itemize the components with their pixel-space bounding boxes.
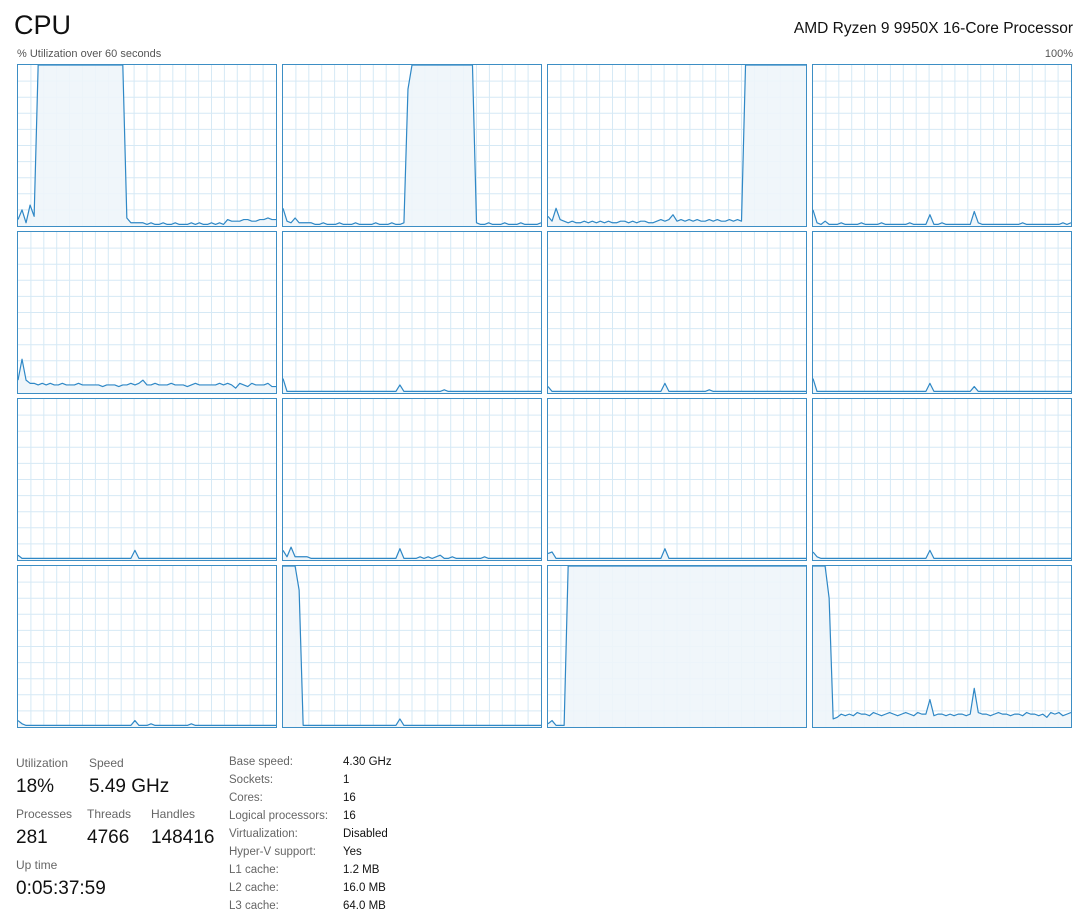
cpu-graph-plot	[813, 232, 1071, 393]
uptime-label: Up time	[16, 858, 58, 872]
cpu-graph-plot	[548, 232, 806, 393]
utilization-area	[548, 566, 806, 727]
cpu-graph-plot	[813, 566, 1071, 727]
cpu-graph-plot	[283, 65, 541, 226]
uptime-value: 0:05:37:59	[16, 878, 106, 899]
threads-label: Threads	[87, 807, 132, 821]
handles-stat: Handles 148416	[151, 806, 214, 851]
cpu-graph-9[interactable]	[282, 398, 542, 561]
cpu-graph-8[interactable]	[17, 398, 277, 561]
utilization-value: 18%	[16, 776, 55, 797]
utilization-axis-label: % Utilization over 60 seconds	[17, 48, 162, 60]
cpu-graph-7[interactable]	[812, 231, 1072, 394]
cpu-graph-4[interactable]	[17, 231, 277, 394]
info-value: 4.30 GHz	[343, 756, 392, 768]
cpu-graph-plot	[813, 65, 1071, 226]
max-percent-label: 100%	[1044, 48, 1073, 60]
info-row: Cores: 16	[229, 789, 429, 807]
info-row: Logical processors: 16	[229, 807, 429, 825]
info-value: 16	[343, 810, 356, 822]
processor-name: AMD Ryzen 9 9950X 16-Core Processor	[793, 20, 1073, 37]
cpu-graph-plot	[548, 65, 806, 226]
info-value: 1.2 MB	[343, 864, 380, 876]
cpu-graph-6[interactable]	[547, 231, 807, 394]
info-value: 64.0 MB	[343, 900, 386, 912]
page-title: CPU	[14, 10, 72, 40]
cpu-graph-2[interactable]	[547, 64, 807, 227]
handles-value: 148416	[151, 827, 215, 848]
info-key: L3 cache:	[229, 900, 279, 912]
cpu-graph-plot	[18, 399, 276, 560]
info-key: Sockets:	[229, 774, 274, 786]
info-value: 1	[343, 774, 350, 786]
handles-label: Handles	[151, 807, 196, 821]
cpu-graph-11[interactable]	[812, 398, 1072, 561]
info-row: L3 cache: 64.0 MB	[229, 897, 429, 915]
info-row: L1 cache: 1.2 MB	[229, 861, 429, 879]
cpu-graph-3[interactable]	[812, 64, 1072, 227]
info-key: L2 cache:	[229, 882, 279, 894]
threads-stat: Threads 4766	[87, 806, 131, 851]
processes-label: Processes	[16, 807, 73, 821]
cpu-graph-plot	[283, 232, 541, 393]
cpu-graph-plot	[18, 65, 276, 226]
info-key: Virtualization:	[229, 828, 298, 840]
speed-label: Speed	[89, 756, 124, 770]
cpu-graph-12[interactable]	[17, 565, 277, 728]
speed-value: 5.49 GHz	[89, 776, 170, 797]
cpu-graph-10[interactable]	[547, 398, 807, 561]
logical-processor-graphs[interactable]	[17, 64, 1075, 730]
info-row: Virtualization: Disabled	[229, 825, 429, 843]
utilization-stat: Utilization 18%	[16, 755, 68, 800]
info-key: L1 cache:	[229, 864, 279, 876]
uptime-stat: Up time 0:05:37:59	[16, 857, 106, 902]
cpu-graph-1[interactable]	[282, 64, 542, 227]
cpu-graph-plot	[548, 399, 806, 560]
speed-stat: Speed 5.49 GHz	[89, 755, 169, 800]
info-value: 16.0 MB	[343, 882, 386, 894]
processes-stat: Processes 281	[16, 806, 72, 851]
cpu-graph-plot	[283, 399, 541, 560]
stats-panel: Utilization 18% Speed 5.49 GHz Processes…	[0, 750, 1087, 923]
info-value: Disabled	[343, 828, 388, 840]
cpu-graph-5[interactable]	[282, 231, 542, 394]
utilization-label: Utilization	[16, 756, 69, 770]
info-row: Base speed: 4.30 GHz	[229, 753, 429, 771]
info-value: 16	[343, 792, 356, 804]
cpu-graph-plot	[18, 232, 276, 393]
cpu-graph-0[interactable]	[17, 64, 277, 227]
cpu-graph-plot	[18, 566, 276, 727]
info-key: Logical processors:	[229, 810, 329, 822]
info-key: Hyper-V support:	[229, 846, 316, 858]
info-key: Cores:	[229, 792, 263, 804]
cpu-graph-13[interactable]	[282, 565, 542, 728]
threads-value: 4766	[87, 827, 130, 848]
info-row: Hyper-V support: Yes	[229, 843, 429, 861]
cpu-graph-plot	[548, 566, 806, 727]
info-key: Base speed:	[229, 756, 293, 768]
info-value: Yes	[343, 846, 362, 858]
processes-value: 281	[16, 827, 48, 848]
cpu-graph-plot	[813, 399, 1071, 560]
cpu-graph-15[interactable]	[812, 565, 1072, 728]
cpu-graph-plot	[283, 566, 541, 727]
info-row: L2 cache: 16.0 MB	[229, 879, 429, 897]
cpu-graph-14[interactable]	[547, 565, 807, 728]
info-row: Sockets: 1	[229, 771, 429, 789]
